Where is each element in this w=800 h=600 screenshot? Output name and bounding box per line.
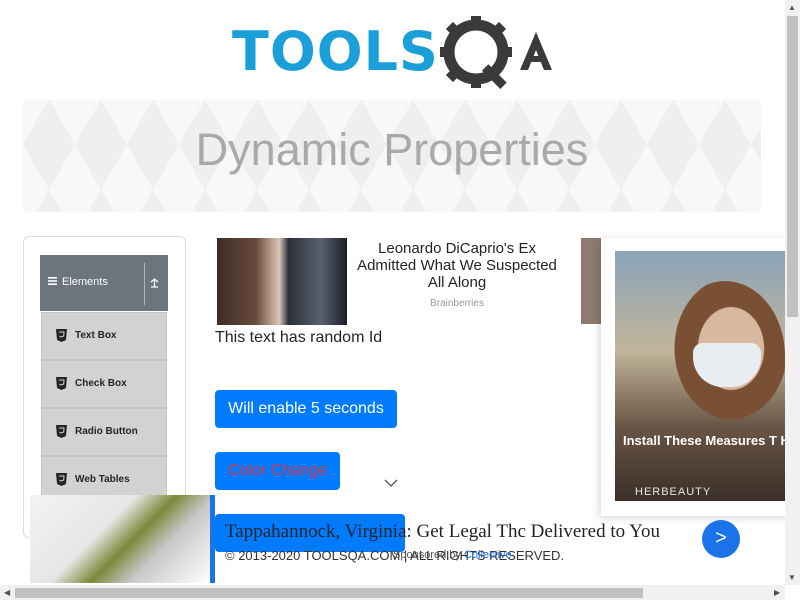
sidebar-item-text-box[interactable]: Text Box: [41, 312, 167, 360]
page-title: Dynamic Properties: [195, 124, 589, 175]
scroll-right-arrow[interactable]: ▶: [774, 588, 780, 597]
scroll-up-arrow[interactable]: ▲: [788, 3, 796, 12]
html5-icon: [56, 329, 67, 342]
sidebar-item-label: Web Tables: [75, 474, 130, 485]
ad-source[interactable]: Brainberries: [351, 298, 563, 309]
popup-ad[interactable]: × Install These Measures T Household Saf…: [601, 238, 800, 516]
toolsqa-logo[interactable]: TOOLS: [232, 14, 562, 94]
sidebar-group-label: Elements: [62, 276, 108, 288]
popup-ad-image[interactable]: ×: [615, 251, 800, 501]
html5-icon: [56, 425, 67, 438]
ad-title[interactable]: Leonardo DiCaprio's Ex Admitted What We …: [351, 240, 563, 291]
scroll-down-arrow[interactable]: ▼: [788, 573, 796, 582]
logo-text: TOOLS: [232, 20, 439, 83]
sidebar: Elements Text Box Check Box Radio Button…: [23, 236, 186, 538]
color-change-button[interactable]: Color Change: [215, 452, 340, 490]
sponsored-by: Sponsored by Collective: [393, 549, 512, 561]
bottom-ad-accent: [210, 495, 215, 583]
menu-icon: [48, 277, 57, 285]
sidebar-item-label: Text Box: [75, 330, 117, 341]
divider: [144, 263, 145, 305]
sponsored-link[interactable]: Collective: [464, 549, 512, 561]
sidebar-item-check-box[interactable]: Check Box: [41, 360, 167, 408]
sidebar-item-label: Radio Button: [75, 426, 138, 437]
logo-qa-mark: [440, 16, 552, 90]
scroll-left-arrow[interactable]: ◀: [4, 588, 10, 597]
bottom-ad-go-button[interactable]: >: [702, 520, 740, 558]
popup-ad-caption[interactable]: Install These Measures T Household Safe …: [623, 433, 800, 449]
random-id-text: This text has random Id: [215, 329, 383, 346]
vertical-scrollbar-thumb[interactable]: [787, 16, 798, 317]
html5-icon: [56, 377, 67, 390]
bottom-ad-image[interactable]: [30, 495, 210, 583]
horizontal-scrollbar-thumb[interactable]: [15, 588, 643, 598]
sidebar-item-radio-button[interactable]: Radio Button: [41, 408, 167, 456]
ad-image[interactable]: [217, 238, 347, 325]
sidebar-group-elements[interactable]: Elements: [40, 255, 168, 311]
enable-after-button[interactable]: Will enable 5 seconds: [215, 390, 397, 428]
collapse-up-icon[interactable]: [150, 278, 159, 288]
html5-icon: [56, 473, 67, 486]
chevron-down-icon[interactable]: [384, 478, 398, 488]
sidebar-item-label: Check Box: [75, 378, 127, 389]
page-banner: Dynamic Properties: [23, 100, 761, 212]
bottom-ad[interactable]: Tappahannock, Virginia: Get Legal Thc De…: [30, 495, 800, 583]
sponsored-label: Sponsored by: [393, 549, 461, 561]
bottom-ad-title[interactable]: Tappahannock, Virginia: Get Legal Thc De…: [225, 521, 660, 543]
